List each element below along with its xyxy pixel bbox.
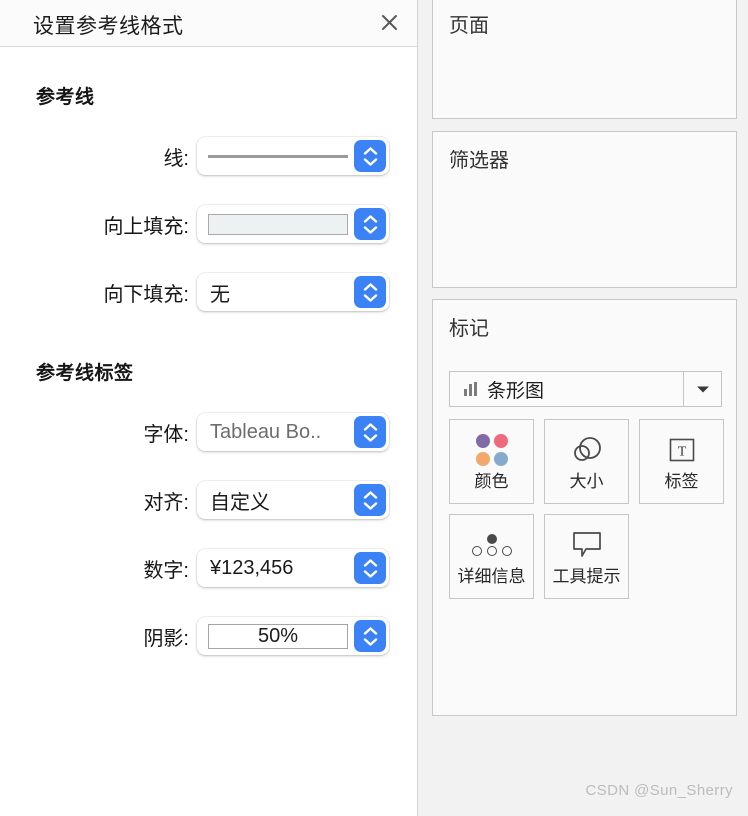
font-dropdown[interactable]: Tableau Bo.. — [197, 413, 389, 451]
filters-card[interactable]: 筛选器 — [432, 131, 737, 288]
mark-button-label: 标签 — [664, 471, 699, 491]
number-format-dropdown[interactable]: ¥123,456 — [197, 549, 389, 587]
field-label-line: 线: — [163, 147, 189, 170]
detail-dots-icon — [471, 529, 512, 561]
mark-button-label[interactable]: T 标签 — [639, 419, 724, 504]
mark-type-dropdown[interactable]: 条形图 — [449, 371, 722, 407]
fill-below-dropdown[interactable]: 无 — [197, 273, 389, 311]
tooltip-bubble-icon — [572, 529, 602, 561]
field-row-font: 字体: Tableau Bo.. — [0, 413, 418, 451]
mark-button-label: 工具提示 — [552, 566, 621, 586]
stepper-up-down-icon[interactable] — [354, 416, 386, 448]
worksheet-shelf: 页面 筛选器 标记 条形图 颜色 大小 T 标签 详细信息 工具提示 CSDN … — [419, 0, 748, 816]
watermark: CSDN @Sun_Sherry — [585, 782, 733, 799]
fill-above-dropdown[interactable] — [197, 205, 389, 243]
field-row-alignment: 对齐: 自定义 — [0, 481, 418, 519]
mark-button-detail[interactable]: 详细信息 — [449, 514, 534, 599]
field-label-alignment: 对齐: — [143, 491, 189, 514]
field-row-shading: 阴影: 50% — [0, 617, 418, 655]
line-style-dropdown[interactable] — [197, 137, 389, 175]
shading-dropdown[interactable]: 50% — [197, 617, 389, 655]
color-dots-icon — [475, 433, 508, 466]
stepper-up-down-icon[interactable] — [354, 208, 386, 240]
size-circles-icon — [570, 434, 604, 466]
field-row-line: 线: — [0, 137, 418, 175]
field-row-fill-above: 向上填充: — [0, 205, 418, 243]
stepper-up-down-icon[interactable] — [354, 552, 386, 584]
app-root: 设置参考线格式 参考线 线: 向上填充: 向下填充: 无 参考线标签 字体: T… — [0, 0, 748, 816]
stepper-up-down-icon[interactable] — [354, 140, 386, 172]
svg-text:T: T — [677, 444, 686, 459]
pages-card[interactable]: 页面 — [432, 0, 737, 119]
marks-buttons-grid: 颜色 大小 T 标签 详细信息 工具提示 — [449, 419, 734, 599]
field-label-shading: 阴影: — [143, 627, 189, 650]
mark-button-size[interactable]: 大小 — [544, 419, 629, 504]
marks-card-title: 标记 — [449, 318, 489, 340]
field-label-fill-above: 向上填充: — [103, 215, 189, 238]
alignment-dropdown[interactable]: 自定义 — [197, 481, 389, 519]
stepper-up-down-icon[interactable] — [354, 276, 386, 308]
close-icon[interactable] — [375, 8, 403, 36]
format-reference-line-panel: 设置参考线格式 参考线 线: 向上填充: 向下填充: 无 参考线标签 字体: T… — [0, 0, 418, 816]
section-heading-reference-line: 参考线 — [36, 87, 95, 108]
field-row-number: 数字: ¥123,456 — [0, 549, 418, 587]
field-label-font: 字体: — [143, 423, 189, 446]
field-row-fill-below: 向下填充: 无 — [0, 273, 418, 311]
mark-button-label: 大小 — [569, 471, 604, 491]
line-swatch — [208, 154, 348, 158]
mark-button-label: 详细信息 — [457, 566, 526, 586]
mark-button-color[interactable]: 颜色 — [449, 419, 534, 504]
page-title: 设置参考线格式 — [33, 15, 184, 38]
mark-type-label: 条形图 — [487, 380, 545, 402]
panel-header: 设置参考线格式 — [0, 0, 417, 47]
pages-card-title: 页面 — [449, 15, 489, 37]
field-label-number: 数字: — [143, 559, 189, 582]
stepper-up-down-icon[interactable] — [354, 484, 386, 516]
section-heading-reference-line-label: 参考线标签 — [36, 363, 134, 384]
bar-chart-icon — [464, 382, 477, 396]
filters-card-title: 筛选器 — [449, 150, 509, 172]
stepper-up-down-icon[interactable] — [354, 620, 386, 652]
shading-value[interactable]: 50% — [208, 623, 348, 649]
field-label-fill-below: 向下填充: — [103, 283, 189, 306]
chevron-down-icon[interactable] — [683, 372, 721, 406]
label-t-icon: T — [668, 434, 696, 466]
mark-button-label: 颜色 — [474, 471, 509, 491]
fill-swatch — [208, 213, 348, 235]
mark-button-tooltip[interactable]: 工具提示 — [544, 514, 629, 599]
marks-card: 标记 条形图 颜色 大小 T 标签 详细信息 工具提示 — [432, 299, 737, 716]
